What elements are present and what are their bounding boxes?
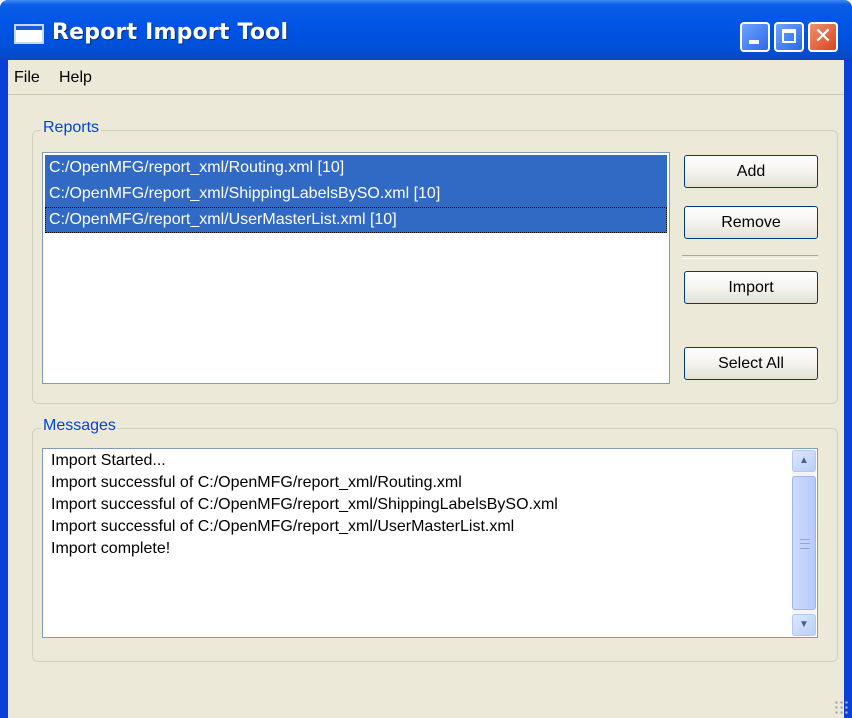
maximize-icon — [776, 24, 802, 50]
title-bar[interactable]: Report Import Tool ✕ — [0, 0, 852, 60]
app-window: Report Import Tool ✕ File Help Reports C… — [0, 0, 852, 718]
select-all-button[interactable]: Select All — [684, 347, 818, 380]
report-list-item[interactable]: C:/OpenMFG/report_xml/Routing.xml [10] — [45, 155, 667, 181]
chevron-down-icon: ▼ — [799, 619, 809, 630]
minimize-icon — [742, 24, 768, 50]
grip-icon — [800, 539, 810, 549]
scroll-thumb[interactable] — [792, 476, 816, 610]
reports-list[interactable]: C:/OpenMFG/report_xml/Routing.xml [10] C… — [42, 152, 670, 384]
remove-button[interactable]: Remove — [684, 206, 818, 239]
maximize-button[interactable] — [774, 22, 804, 52]
menu-bar: File Help — [8, 60, 844, 95]
report-list-item[interactable]: C:/OpenMFG/report_xml/ShippingLabelsBySO… — [45, 181, 667, 207]
reports-group-title: Reports — [41, 119, 102, 137]
message-line: Import complete! — [51, 540, 171, 557]
button-separator — [682, 255, 818, 259]
close-button[interactable]: ✕ — [808, 22, 838, 52]
menu-help[interactable]: Help — [59, 69, 92, 87]
scroll-up-button[interactable]: ▲ — [792, 450, 816, 472]
menu-file[interactable]: File — [14, 69, 40, 87]
window-app-icon[interactable] — [14, 24, 44, 44]
message-line: Import successful of C:/OpenMFG/report_x… — [51, 496, 558, 513]
messages-log[interactable]: Import Started... Import successful of C… — [42, 448, 818, 638]
minimize-button[interactable] — [740, 22, 770, 52]
chevron-up-icon: ▲ — [799, 455, 809, 466]
messages-group-title: Messages — [41, 417, 118, 435]
message-line: Import successful of C:/OpenMFG/report_x… — [51, 474, 462, 491]
messages-scrollbar[interactable]: ▲ ▼ — [792, 450, 816, 636]
resize-grip-icon[interactable] — [834, 700, 848, 714]
close-icon: ✕ — [813, 24, 833, 49]
message-line: Import Started... — [51, 452, 166, 469]
window-title: Report Import Tool — [52, 20, 289, 45]
import-button[interactable]: Import — [684, 271, 818, 304]
message-line: Import successful of C:/OpenMFG/report_x… — [51, 518, 515, 535]
report-list-item[interactable]: C:/OpenMFG/report_xml/UserMasterList.xml… — [45, 207, 667, 233]
add-button[interactable]: Add — [684, 155, 818, 188]
scroll-down-button[interactable]: ▼ — [792, 614, 816, 636]
